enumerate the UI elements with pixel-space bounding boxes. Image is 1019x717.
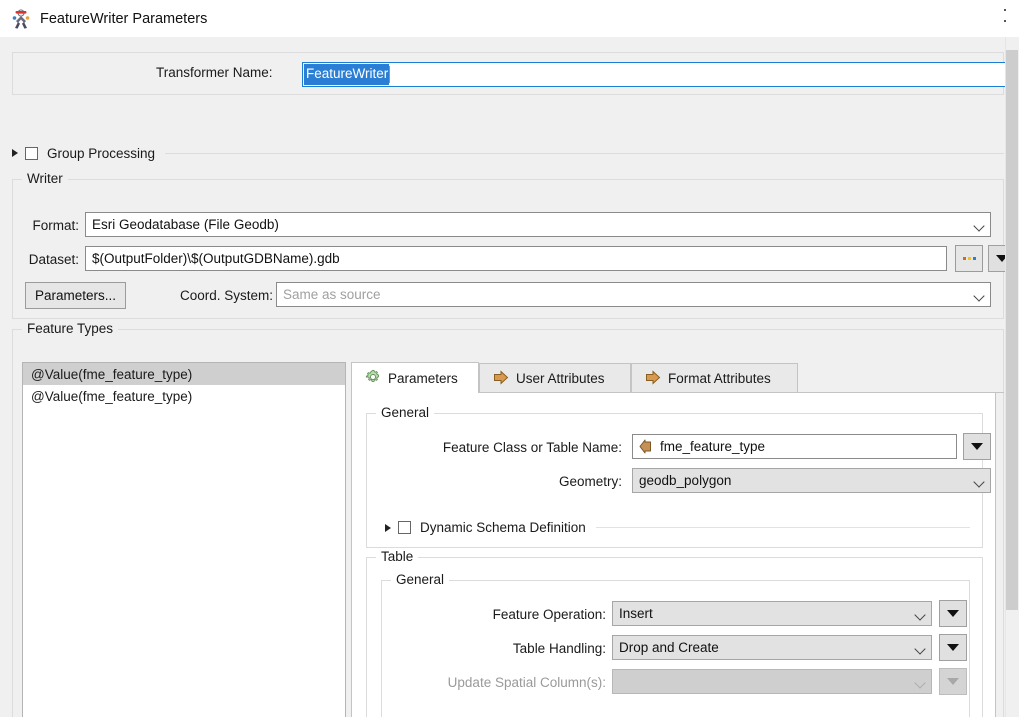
table-legend: Table — [376, 549, 419, 564]
tab-user-attributes[interactable]: User Attributes — [479, 363, 631, 393]
update-spatial-columns-combo — [612, 669, 932, 694]
group-processing-checkbox[interactable] — [25, 146, 38, 160]
table-handling-combo[interactable]: Drop and Create — [612, 635, 932, 660]
chevron-down-icon — [914, 609, 926, 621]
attribute-arrow-icon — [639, 439, 652, 454]
table-general-group: General Feature Operation: Insert Table … — [381, 572, 970, 717]
geometry-value: geodb_polygon — [639, 473, 732, 488]
general-legend: General — [376, 405, 435, 420]
ellipsis-icon — [962, 257, 976, 260]
writer-parameters-label: Parameters... — [34, 288, 117, 303]
update-spatial-columns-dropdown-button — [939, 668, 967, 695]
tab-format-attributes[interactable]: Format Attributes — [631, 363, 798, 393]
chevron-down-icon — [973, 220, 985, 232]
arrow-right-icon — [645, 369, 661, 388]
chevron-down-icon — [973, 476, 985, 488]
chevron-down-icon — [914, 643, 926, 655]
dynamic-schema-checkbox[interactable] — [398, 521, 411, 534]
feature-type-label: @Value(fme_feature_type) — [31, 388, 193, 404]
table-handling-dropdown-button[interactable] — [939, 634, 967, 661]
feature-types-legend: Feature Types — [22, 321, 119, 336]
triangle-down-icon — [947, 644, 959, 651]
gear-icon — [365, 369, 381, 388]
feature-operation-dropdown-button[interactable] — [939, 600, 967, 627]
tab-format-attributes-label: Format Attributes — [668, 371, 771, 386]
writer-group: Writer Format: Esri Geodatabase (File Ge… — [12, 171, 1016, 319]
tab-parameters-label: Parameters — [388, 370, 458, 386]
tab-parameters[interactable]: Parameters — [351, 362, 479, 393]
chevron-down-icon — [914, 677, 926, 689]
table-general-legend: General — [391, 572, 450, 587]
feature-types-list[interactable]: @Value(fme_feature_type) @Value(fme_feat… — [22, 362, 345, 717]
feature-type-label: @Value(fme_feature_type) — [31, 366, 193, 382]
fme-transformer-icon — [10, 8, 32, 30]
text-caret — [389, 66, 391, 83]
update-spatial-columns-label: Update Spatial Column(s): — [447, 675, 606, 690]
tab-bar: Parameters User Attributes Format Attrib… — [351, 362, 1004, 393]
expand-triangle-icon[interactable] — [385, 523, 391, 532]
tab-user-attributes-label: User Attributes — [516, 371, 605, 386]
dynamic-schema-row[interactable]: Dynamic Schema Definition — [385, 520, 970, 535]
coord-system-label: Coord. System: — [179, 288, 273, 303]
triangle-down-icon — [947, 678, 959, 685]
group-processing-label: Group Processing — [47, 145, 156, 161]
format-label: Format: — [32, 218, 79, 233]
feature-operation-combo[interactable]: Insert — [612, 601, 932, 626]
list-item[interactable]: @Value(fme_feature_type) — [23, 363, 345, 385]
feature-class-value: fme_feature_type — [660, 439, 766, 454]
format-value: Esri Geodatabase (File Geodb) — [92, 217, 279, 232]
geometry-label: Geometry: — [558, 474, 622, 489]
dynamic-schema-divider — [595, 527, 970, 528]
chevron-down-icon — [973, 290, 985, 302]
dataset-input[interactable]: $(OutputFolder)\$(OutputGDBName).gdb — [85, 246, 947, 271]
writer-parameters-button[interactable]: Parameters... — [25, 282, 126, 309]
parameters-tab-panel: General Feature Class or Table Name: fme… — [351, 393, 996, 717]
coord-system-placeholder: Same as source — [283, 287, 381, 302]
coord-system-combo[interactable]: Same as source — [276, 282, 991, 307]
vertical-scrollbar[interactable] — [1005, 37, 1019, 717]
window-title: FeatureWriter Parameters — [40, 10, 208, 27]
scrollbar-thumb[interactable] — [1006, 50, 1018, 610]
transformer-name-panel: Transformer Name: FeatureWriter — [12, 52, 1014, 95]
arrow-right-icon — [493, 369, 509, 388]
list-item[interactable]: @Value(fme_feature_type) — [23, 385, 345, 407]
table-handling-label: Table Handling: — [512, 641, 606, 656]
feature-operation-label: Feature Operation: — [492, 607, 606, 622]
dynamic-schema-label: Dynamic Schema Definition — [420, 520, 586, 535]
group-processing-row[interactable]: Group Processing — [12, 143, 1004, 163]
group-processing-divider — [165, 152, 1004, 154]
dataset-label: Dataset: — [28, 252, 79, 267]
geometry-combo[interactable]: geodb_polygon — [632, 468, 991, 493]
feature-class-input[interactable]: fme_feature_type — [632, 434, 957, 459]
dataset-browse-button[interactable] — [955, 245, 983, 272]
dialog-content: Transformer Name: FeatureWriter Group Pr… — [0, 37, 1019, 717]
feature-operation-value: Insert — [619, 606, 653, 621]
triangle-down-icon — [947, 610, 959, 617]
dataset-value: $(OutputFolder)\$(OutputGDBName).gdb — [92, 251, 340, 266]
writer-legend: Writer — [22, 171, 68, 186]
feature-class-dropdown-button[interactable] — [963, 433, 991, 460]
format-combo[interactable]: Esri Geodatabase (File Geodb) — [85, 212, 991, 237]
transformer-name-value: FeatureWriter — [304, 64, 390, 85]
table-handling-value: Drop and Create — [619, 640, 719, 655]
transformer-name-input[interactable]: FeatureWriter — [302, 62, 1014, 87]
general-group: General Feature Class or Table Name: fme… — [366, 405, 991, 548]
transformer-name-label: Transformer Name: — [156, 65, 273, 80]
feature-writer-parameters-dialog: FeatureWriter Parameters Transformer Nam… — [0, 0, 1019, 717]
feature-class-label: Feature Class or Table Name: — [442, 440, 622, 455]
triangle-down-icon — [971, 443, 983, 450]
expand-triangle-icon[interactable] — [12, 149, 18, 157]
window-menu-dots[interactable] — [1004, 9, 1008, 31]
table-group: Table General Feature Operation: Insert … — [366, 549, 983, 717]
title-bar: FeatureWriter Parameters — [0, 0, 1019, 37]
